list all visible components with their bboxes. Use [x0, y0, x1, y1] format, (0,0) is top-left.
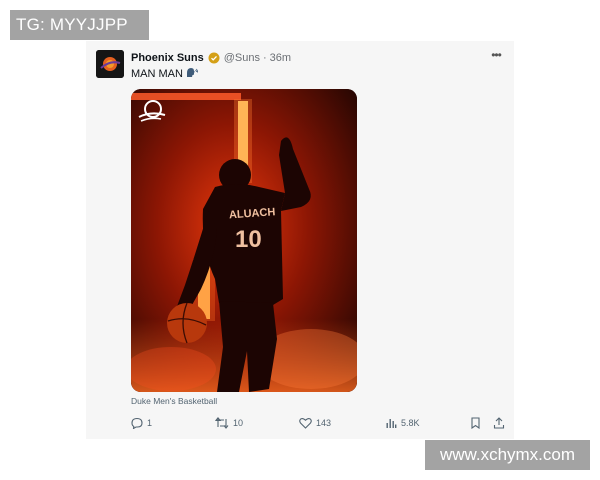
media-caption[interactable]: Duke Men's Basketball — [131, 396, 217, 406]
avatar[interactable] — [96, 50, 124, 78]
separator: · — [263, 52, 267, 64]
handle[interactable]: @Suns — [224, 52, 260, 64]
views-button[interactable]: 5.8K — [385, 415, 420, 431]
suns-logo-icon — [96, 50, 124, 78]
retweet-icon — [215, 417, 229, 429]
like-count: 143 — [316, 418, 332, 428]
like-button[interactable]: 143 — [299, 415, 331, 431]
bookmark-icon — [471, 417, 480, 429]
watermark-bottom: www.xchymx.com — [425, 440, 590, 470]
more-options-icon[interactable]: ••• — [488, 49, 504, 63]
timestamp[interactable]: 36m — [270, 52, 291, 64]
share-icon — [493, 417, 505, 429]
reply-count: 1 — [147, 418, 153, 428]
tweet-media-image[interactable]: ALUACH 10 — [131, 89, 357, 392]
speaking-head-icon — [186, 67, 198, 81]
tweet-text: MAN MAN — [131, 67, 198, 81]
views-chart-icon — [386, 419, 397, 428]
jersey-number: 10 — [235, 226, 262, 253]
share-button[interactable] — [493, 415, 505, 431]
reply-icon — [131, 417, 143, 429]
retweet-count: 10 — [233, 418, 244, 428]
reply-button[interactable]: 1 — [131, 415, 152, 431]
verified-badge-icon — [208, 52, 220, 64]
watermark-top: TG: MYYJJPP — [10, 10, 149, 40]
display-name[interactable]: Phoenix Suns — [131, 52, 204, 64]
heart-icon — [299, 417, 312, 429]
tweet-header: Phoenix Suns @Suns · 36m — [131, 50, 291, 66]
tweet-text-content: MAN MAN — [131, 68, 183, 80]
bookmark-button[interactable] — [470, 415, 481, 431]
tweet-actions: 1 10 143 5.8K — [131, 415, 505, 431]
views-count: 5.8K — [401, 418, 420, 428]
retweet-button[interactable]: 10 — [215, 415, 243, 431]
tweet-card[interactable]: Phoenix Suns @Suns · 36m ••• MAN MAN ALU… — [86, 41, 514, 439]
